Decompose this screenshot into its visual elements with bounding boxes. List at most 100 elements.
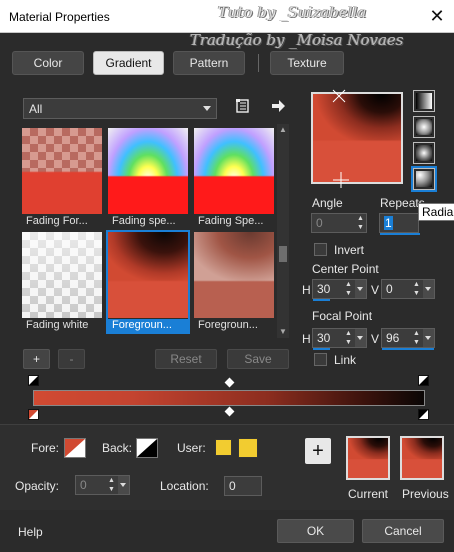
gallery-item-fading-spectrum[interactable]: Fading spe... (108, 128, 188, 228)
gallery-item-label: Foregroun... (198, 319, 258, 331)
spin-arrows-icon[interactable]: ▲ ▼ (411, 329, 422, 347)
spin-arrows-icon[interactable]: ▲ ▼ (411, 280, 422, 298)
color-stop-end[interactable] (418, 409, 429, 420)
gallery-item-label: Fading For... (26, 215, 88, 227)
help-link[interactable]: Help (18, 525, 43, 539)
linear-style-icon (416, 93, 432, 109)
color-midpoint-marker[interactable] (224, 406, 235, 417)
back-swatch[interactable] (136, 438, 158, 458)
focal-h-value: 30 (317, 331, 331, 345)
dropdown-arrow-icon[interactable] (355, 329, 366, 347)
category-dropdown-value: All (29, 101, 43, 116)
center-h-value: 30 (317, 282, 331, 296)
user-swatch-small[interactable] (215, 439, 232, 456)
close-button[interactable]: ✕ (420, 0, 454, 33)
center-h-label: H (302, 283, 311, 297)
invert-checkbox[interactable] (314, 243, 327, 256)
fore-swatch[interactable] (64, 438, 86, 458)
scroll-down-icon[interactable]: ▼ (279, 328, 287, 336)
spin-arrows-icon[interactable]: ▲ ▼ (355, 214, 366, 232)
resource-manager-icon[interactable] (234, 97, 252, 115)
sunburst-style-button[interactable] (411, 166, 437, 192)
user-color-swatch[interactable] (238, 438, 258, 458)
focal-point-label: Focal Point (312, 309, 373, 323)
invert-label: Invert (334, 243, 365, 257)
scroll-up-icon[interactable]: ▲ (279, 126, 287, 134)
spin-arrows-icon[interactable]: ▲ ▼ (343, 329, 354, 347)
gradient-thumbnail (108, 232, 188, 318)
watermark-line-1: Tuto by _Suizabella (218, 3, 367, 21)
angle-label: Angle (312, 196, 343, 210)
back-label: Back: (102, 441, 133, 455)
dropdown-arrow-icon[interactable] (423, 280, 434, 298)
focal-v-label: V (371, 332, 380, 346)
remove-gradient-button[interactable]: - (58, 349, 85, 369)
gradient-strip (34, 391, 424, 405)
center-h-spinbox[interactable]: 30 ▲ ▼ (312, 279, 367, 301)
sunburst-style-icon (416, 171, 432, 187)
color-stop-start[interactable] (28, 409, 39, 420)
gallery-item-label: Fading white (26, 319, 89, 331)
center-v-spinbox[interactable]: 0 ▲ ▼ (381, 279, 435, 299)
tab-color[interactable]: Color (12, 51, 84, 75)
ok-button[interactable]: OK (277, 519, 354, 543)
opacity-stop-end[interactable] (418, 375, 429, 386)
link-label: Link (334, 353, 357, 367)
opacity-stop-start[interactable] (28, 375, 39, 386)
fore-label: Fore: (31, 441, 60, 455)
focal-crosshair-icon[interactable] (331, 88, 347, 104)
rectangular-style-button[interactable] (413, 116, 435, 138)
add-gradient-button[interactable]: + (23, 349, 50, 369)
gradient-thumbnail (194, 128, 274, 214)
rectangular-style-icon (416, 119, 432, 135)
linear-style-button[interactable] (413, 90, 435, 112)
add-to-swatches-button[interactable]: + (305, 438, 331, 464)
gradient-thumbnail (194, 232, 274, 318)
scrollbar-thumb[interactable] (279, 246, 287, 262)
gallery-item-fading-spectrum-2[interactable]: Fading Spe... (194, 128, 274, 228)
angle-value: 0 (316, 216, 323, 230)
gallery-item-fading-white[interactable]: Fading white (22, 232, 102, 332)
tab-texture[interactable]: Texture (270, 51, 344, 75)
category-dropdown[interactable]: All (23, 98, 217, 119)
spin-arrows-icon[interactable]: ▲ ▼ (343, 280, 354, 298)
gallery-scrollbar[interactable]: ▲ ▼ (277, 124, 289, 338)
location-input[interactable]: 0 (224, 476, 262, 496)
center-point-label: Center Point (312, 262, 379, 276)
focal-h-spinbox[interactable]: 30 ▲ ▼ (312, 328, 367, 350)
window-title: Material Properties (9, 10, 110, 24)
tab-gradient[interactable]: Gradient (93, 51, 164, 75)
gallery-item-foreground-transparent[interactable]: Foregroun... (194, 232, 274, 332)
gallery-item-fading-foreground[interactable]: Fading For... (22, 128, 102, 228)
dropdown-arrow-icon[interactable] (118, 476, 129, 494)
focal-v-spinbox[interactable]: 96 ▲ ▼ (381, 328, 435, 350)
gradient-preview[interactable] (311, 89, 403, 188)
opacity-label: Opacity: (15, 479, 60, 493)
repeats-spinbox[interactable]: 1 (379, 213, 420, 235)
arrow-right-icon[interactable] (269, 97, 287, 115)
watermark-line-2: Tradução by _Moisa Novaes (190, 31, 404, 49)
current-preview-swatch[interactable] (346, 436, 390, 480)
dropdown-arrow-icon[interactable] (355, 280, 366, 298)
opacity-spinbox[interactable]: 0 ▲ ▼ (75, 475, 130, 495)
opacity-midpoint-marker[interactable] (224, 377, 235, 388)
user-label: User: (177, 441, 206, 455)
focal-h-slider-fill (313, 348, 330, 350)
angle-spinbox[interactable]: 0 ▲ ▼ (311, 213, 367, 233)
radial-style-button[interactable] (413, 142, 435, 164)
previous-preview-image (402, 438, 442, 478)
center-v-value: 0 (386, 282, 393, 296)
gradient-thumbnail (22, 232, 102, 318)
spin-arrows-icon[interactable]: ▲ ▼ (106, 476, 117, 494)
dropdown-arrow-icon[interactable] (423, 329, 434, 347)
tooltip-radial: Radial (418, 203, 454, 221)
save-button[interactable]: Save (227, 349, 289, 369)
cancel-button[interactable]: Cancel (362, 519, 444, 543)
link-checkbox[interactable] (314, 353, 327, 366)
tab-pattern[interactable]: Pattern (173, 51, 245, 75)
reset-button[interactable]: Reset (155, 349, 217, 369)
gradient-editor-bar[interactable] (33, 390, 425, 406)
gallery-item-foreground-background[interactable]: Foregroun... (106, 230, 190, 334)
previous-preview-swatch[interactable] (400, 436, 444, 480)
center-crosshair-icon[interactable] (333, 172, 349, 188)
